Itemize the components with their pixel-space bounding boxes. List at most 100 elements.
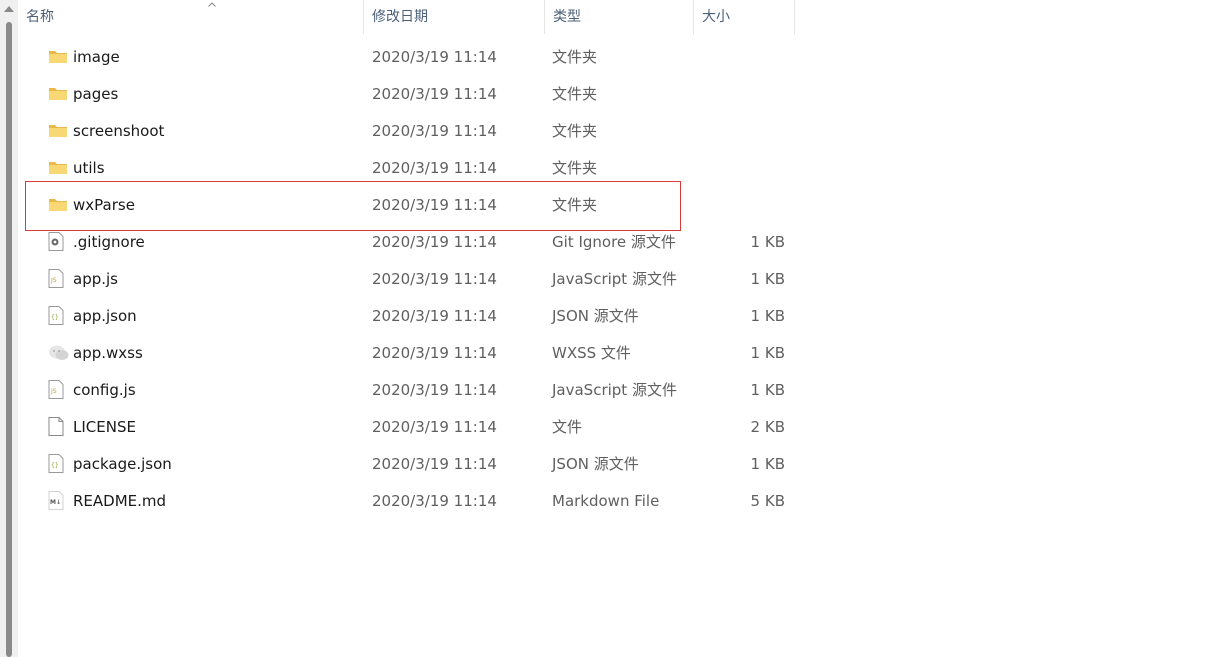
file-row[interactable]: utils 2020/3/19 11:14 文件夹	[18, 150, 1223, 187]
file-row[interactable]: wxParse 2020/3/19 11:14 文件夹	[18, 187, 1223, 224]
file-name: screenshoot	[73, 122, 165, 140]
file-modified-date: 2020/3/19 11:14	[372, 381, 497, 399]
file-row[interactable]: JS config.js 2020/3/19 11:14 JavaScript …	[18, 372, 1223, 409]
folder-icon	[49, 199, 67, 211]
file-modified-date: 2020/3/19 11:14	[372, 196, 497, 214]
js-file-icon: JS	[48, 269, 64, 288]
file-size	[698, 150, 785, 187]
column-header-name-label: 名称	[26, 9, 54, 25]
file-modified-date: 2020/3/19 11:14	[372, 455, 497, 473]
json-file-icon: {}	[48, 306, 64, 325]
markdown-file-icon: M↓	[48, 491, 64, 510]
file-row[interactable]: JS app.js 2020/3/19 11:14 JavaScript 源文件…	[18, 261, 1223, 298]
file-name: app.json	[73, 307, 137, 325]
column-header-date[interactable]: 修改日期	[364, 0, 545, 34]
file-modified-date: 2020/3/19 11:14	[372, 270, 497, 288]
file-icon-cell: {}	[48, 298, 68, 335]
file-icon-cell: M↓	[48, 483, 68, 520]
file-type: 文件夹	[552, 122, 598, 140]
file-type: JSON 源文件	[552, 307, 639, 325]
file-modified-date: 2020/3/19 11:14	[372, 48, 497, 66]
scrollbar-thumb[interactable]	[6, 22, 12, 657]
file-icon-cell	[48, 187, 68, 224]
file-name: package.json	[73, 455, 172, 473]
wechat-file-icon	[49, 345, 69, 360]
file-size	[698, 39, 785, 76]
file-row[interactable]: pages 2020/3/19 11:14 文件夹	[18, 76, 1223, 113]
file-name: app.wxss	[73, 344, 143, 362]
column-header-size-label: 大小	[702, 9, 730, 25]
file-modified-date: 2020/3/19 11:14	[372, 307, 497, 325]
svg-text:JS: JS	[50, 277, 57, 284]
file-row[interactable]: M↓ README.md 2020/3/19 11:14 Markdown Fi…	[18, 483, 1223, 520]
file-modified-date: 2020/3/19 11:14	[372, 418, 497, 436]
svg-text:{}: {}	[51, 314, 59, 321]
file-size: 1 KB	[750, 381, 785, 399]
folder-icon	[49, 88, 67, 100]
file-icon-cell	[48, 39, 68, 76]
file-explorer-window: 名称 修改日期 类型 大小 image 2020/3/19 11:14 文件夹 …	[0, 0, 1223, 657]
file-icon-cell	[48, 76, 68, 113]
file-row[interactable]: {} app.json 2020/3/19 11:14 JSON 源文件 1 K…	[18, 298, 1223, 335]
file-modified-date: 2020/3/19 11:14	[372, 492, 497, 510]
file-list: image 2020/3/19 11:14 文件夹 pages 2020/3/1…	[18, 39, 1223, 520]
file-name: LICENSE	[73, 418, 136, 436]
file-type: Git Ignore 源文件	[552, 233, 676, 251]
column-header-size[interactable]: 大小	[694, 0, 795, 34]
file-size	[698, 76, 785, 113]
column-header-name[interactable]: 名称	[18, 0, 364, 34]
file-type: 文件	[552, 418, 583, 436]
file-type: JavaScript 源文件	[552, 270, 677, 288]
sort-ascending-icon	[208, 2, 216, 7]
file-name: app.js	[73, 270, 118, 288]
json-file-icon: {}	[48, 454, 64, 473]
file-modified-date: 2020/3/19 11:14	[372, 159, 497, 177]
js-file-icon: JS	[48, 380, 64, 399]
file-modified-date: 2020/3/19 11:14	[372, 85, 497, 103]
file-icon-cell	[48, 224, 68, 261]
file-name: wxParse	[73, 196, 135, 214]
file-icon-cell	[48, 113, 68, 150]
file-modified-date: 2020/3/19 11:14	[372, 233, 497, 251]
file-type: JSON 源文件	[552, 455, 639, 473]
file-size: 1 KB	[750, 455, 785, 473]
file-name: utils	[73, 159, 105, 177]
svg-text:{}: {}	[51, 462, 59, 469]
file-icon-cell	[48, 150, 68, 187]
file-row[interactable]: {} package.json 2020/3/19 11:14 JSON 源文件…	[18, 446, 1223, 483]
file-icon-cell	[48, 409, 68, 446]
scroll-up-arrow-icon[interactable]	[4, 6, 14, 12]
file-row[interactable]: screenshoot 2020/3/19 11:14 文件夹	[18, 113, 1223, 150]
gear-file-icon	[48, 232, 64, 251]
file-size: 1 KB	[750, 344, 785, 362]
svg-text:M↓: M↓	[50, 499, 61, 506]
file-size: 1 KB	[750, 270, 785, 288]
file-row[interactable]: .gitignore 2020/3/19 11:14 Git Ignore 源文…	[18, 224, 1223, 261]
file-row[interactable]: app.wxss 2020/3/19 11:14 WXSS 文件 1 KB	[18, 335, 1223, 372]
column-header-type[interactable]: 类型	[545, 0, 694, 34]
blank-file-icon	[48, 417, 64, 436]
file-size: 5 KB	[750, 492, 785, 510]
file-name: README.md	[73, 492, 167, 510]
folder-icon	[49, 125, 67, 137]
file-name: image	[73, 48, 120, 66]
file-icon-cell: JS	[48, 372, 68, 409]
file-size: 1 KB	[750, 233, 785, 251]
file-size	[698, 187, 785, 224]
file-type: 文件夹	[552, 48, 598, 66]
file-row[interactable]: LICENSE 2020/3/19 11:14 文件 2 KB	[18, 409, 1223, 446]
file-type: 文件夹	[552, 196, 598, 214]
file-name: .gitignore	[73, 233, 145, 251]
file-size: 1 KB	[750, 307, 785, 325]
column-header-bar: 名称 修改日期 类型 大小	[18, 0, 1223, 34]
file-type: WXSS 文件	[552, 344, 631, 362]
file-row[interactable]: image 2020/3/19 11:14 文件夹	[18, 39, 1223, 76]
file-size	[698, 113, 785, 150]
file-type: JavaScript 源文件	[552, 381, 677, 399]
file-icon-cell	[48, 335, 69, 372]
file-icon-cell: {}	[48, 446, 68, 483]
file-modified-date: 2020/3/19 11:14	[372, 344, 497, 362]
vertical-scrollbar[interactable]	[0, 0, 18, 657]
column-header-date-label: 修改日期	[372, 9, 428, 25]
file-name: pages	[73, 85, 119, 103]
